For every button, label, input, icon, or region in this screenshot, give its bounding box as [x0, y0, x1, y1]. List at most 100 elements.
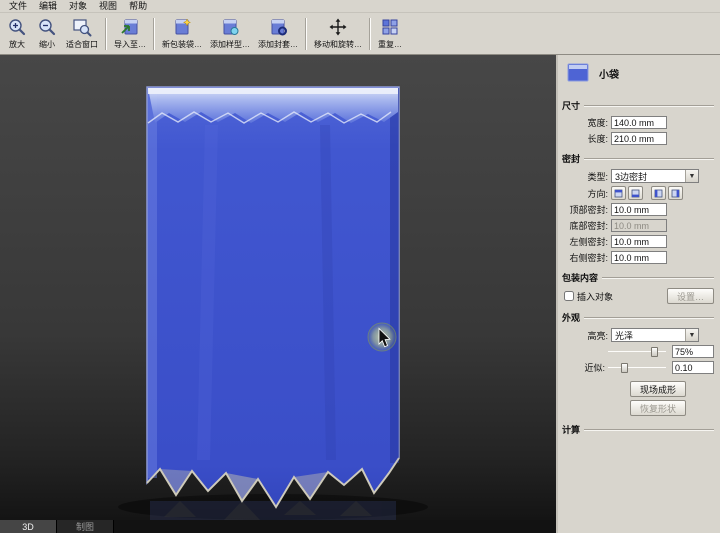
add-pattern-icon	[219, 16, 241, 38]
approx-label: 近似:	[584, 363, 606, 373]
seal-left-icon	[654, 189, 663, 197]
section-rule	[602, 276, 714, 279]
slider-thumb[interactable]	[620, 362, 628, 373]
insert-object-label: 插入对象	[577, 291, 614, 302]
menu-object[interactable]: 对象	[63, 0, 93, 12]
zoom-in-icon	[6, 16, 28, 38]
toolbar-add-pattern-button[interactable]: 添加样型…	[206, 14, 254, 54]
approx-slider[interactable]	[608, 362, 666, 374]
bottom-seal-label: 底部密封:	[569, 221, 608, 231]
live-shape-button[interactable]: 现场成形	[629, 381, 686, 397]
toolbar-new-bag-button[interactable]: 新包装袋…	[158, 14, 206, 54]
menu-view[interactable]: 视图	[93, 0, 123, 12]
toolbar-separator	[369, 18, 371, 50]
top-seal-label: 顶部密封:	[569, 205, 608, 215]
panel-title: 小袋	[599, 70, 619, 81]
toolbar-import-button[interactable]: 导入至…	[110, 14, 150, 54]
menu-help[interactable]: 帮助	[123, 0, 153, 12]
highlight-value: 光泽	[615, 330, 634, 341]
seal-type-label: 类型:	[587, 171, 608, 182]
view-tab-bar: 3D 制图	[0, 520, 556, 533]
section-dimensions: 尺寸	[562, 99, 714, 112]
toolbar-button-label: 放大	[9, 40, 25, 49]
seal-direction-top-button[interactable]	[611, 186, 626, 200]
menu-bar: 文件 编辑 对象 视图 帮助	[0, 0, 720, 13]
toolbar-button-label: 重复…	[378, 40, 402, 49]
toolbar: 放大 缩小 适合窗口 导入至… 新包装袋… 添加样型… 添加封套… 移动和旋转……	[0, 13, 720, 55]
add-sleeve-icon	[267, 16, 289, 38]
seal-type-value: 3边密封	[615, 171, 648, 182]
seal-right-icon	[671, 189, 680, 197]
section-compute: 计算	[562, 423, 714, 436]
properties-panel: 小袋 尺寸 宽度: 长度: 密封 类型:	[556, 55, 720, 533]
toolbar-button-label: 适合窗口	[66, 40, 98, 49]
toolbar-add-sleeve-button[interactable]: 添加封套…	[254, 14, 302, 54]
highlight-percent-input[interactable]	[672, 345, 714, 358]
restore-shape-button: 恢复形状	[629, 400, 686, 416]
width-input[interactable]	[611, 116, 667, 129]
left-seal-label: 左侧密封:	[569, 237, 608, 247]
toolbar-button-label: 缩小	[39, 40, 55, 49]
toolbar-button-label: 添加样型…	[210, 40, 250, 49]
section-rule	[584, 104, 714, 107]
zoom-out-icon	[36, 16, 58, 38]
slider-thumb[interactable]	[650, 346, 658, 357]
tab-drawing[interactable]: 制图	[57, 520, 114, 533]
left-seal-input[interactable]	[611, 235, 667, 248]
move-rotate-icon	[327, 16, 349, 38]
section-appearance: 外观	[562, 311, 714, 324]
panel-header: 小袋	[562, 59, 714, 92]
fit-window-icon	[71, 16, 93, 38]
toolbar-zoom-out-button[interactable]: 缩小	[32, 14, 62, 54]
toolbar-fit-window-button[interactable]: 适合窗口	[62, 14, 102, 54]
seal-direction-left-button[interactable]	[651, 186, 666, 200]
toolbar-button-label: 导入至…	[114, 40, 146, 49]
viewport-column: 3D 制图	[0, 55, 556, 533]
toolbar-separator	[305, 18, 307, 50]
bag-icon	[566, 62, 590, 85]
section-rule	[584, 316, 714, 319]
cursor-indicator	[367, 322, 397, 352]
import-icon	[119, 16, 141, 38]
right-seal-input[interactable]	[611, 251, 667, 264]
section-content: 包装内容	[562, 271, 714, 284]
toolbar-button-label: 新包装袋…	[162, 40, 202, 49]
highlight-slider[interactable]	[608, 346, 666, 358]
menu-edit[interactable]: 编辑	[33, 0, 63, 12]
toolbar-button-label: 移动和旋转…	[314, 40, 362, 49]
width-label: 宽度:	[587, 118, 608, 128]
new-bag-icon	[171, 16, 193, 38]
chevron-down-icon: ▼	[685, 329, 698, 341]
insert-object-checkbox[interactable]	[564, 291, 574, 301]
repeat-icon	[379, 16, 401, 38]
toolbar-separator	[105, 18, 107, 50]
section-title: 计算	[562, 425, 581, 435]
length-input[interactable]	[611, 132, 667, 145]
toolbar-repeat-button[interactable]: 重复…	[374, 14, 406, 54]
3d-viewport[interactable]	[0, 55, 556, 520]
section-rule	[584, 428, 714, 431]
bag-3d-render	[0, 55, 556, 520]
section-title: 尺寸	[562, 101, 581, 111]
chevron-down-icon: ▼	[685, 170, 698, 182]
seal-top-icon	[614, 189, 623, 197]
seal-type-select[interactable]: 3边密封 ▼	[611, 169, 699, 183]
tab-3d[interactable]: 3D	[0, 520, 57, 533]
seal-direction-right-button[interactable]	[668, 186, 683, 200]
toolbar-move-rotate-button[interactable]: 移动和旋转…	[310, 14, 366, 54]
highlight-select[interactable]: 光泽 ▼	[611, 328, 699, 342]
top-seal-input[interactable]	[611, 203, 667, 216]
approx-value-input[interactable]	[672, 361, 714, 374]
seal-bottom-icon	[631, 189, 640, 197]
section-seal: 密封	[562, 152, 714, 165]
toolbar-button-label: 添加封套…	[258, 40, 298, 49]
slider-track	[608, 366, 666, 368]
toolbar-zoom-in-button[interactable]: 放大	[2, 14, 32, 54]
highlight-label: 高亮:	[587, 330, 608, 341]
bottom-seal-input	[611, 219, 667, 232]
section-rule	[584, 157, 714, 160]
menu-file[interactable]: 文件	[3, 0, 33, 12]
seal-direction-bottom-button[interactable]	[628, 186, 643, 200]
section-title: 外观	[562, 313, 581, 323]
right-seal-label: 右侧密封:	[569, 253, 608, 263]
